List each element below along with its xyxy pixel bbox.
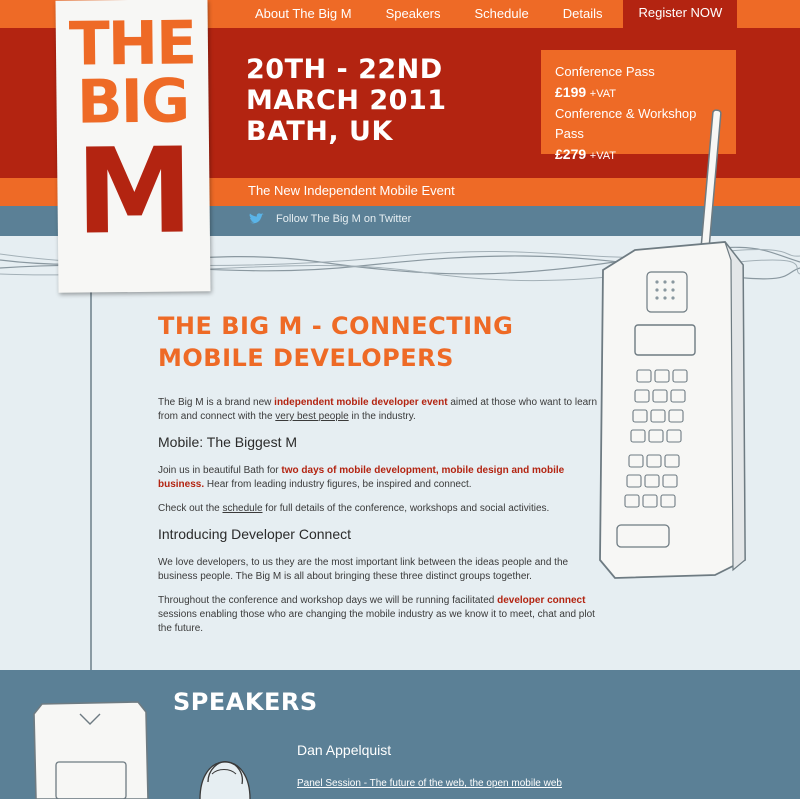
event-tagline: The New Independent Mobile Event [248, 183, 455, 198]
logo-m: M [75, 121, 192, 261]
register-button[interactable]: Register NOW [623, 0, 738, 31]
page-title: THE BIG M - CONNECTING MOBILE DEVELOPERS [158, 310, 598, 374]
event-location: BATH, UK [246, 116, 393, 147]
title-line-2: MOBILE DEVELOPERS [158, 344, 454, 372]
developers-paragraph: We love developers, to us they are the m… [158, 557, 569, 582]
connect-text: sessions enabling those who are changing… [158, 609, 595, 634]
conference-pass-price: £199 [555, 84, 587, 100]
handheld-phone-illustration [33, 701, 149, 799]
connect-text: Throughout the conference and workshop d… [158, 595, 498, 606]
developer-connect-link[interactable]: developer connect [497, 595, 585, 606]
hanging-string [90, 292, 92, 696]
intro-text: in the industry. [348, 411, 416, 422]
schedule-text: Check out the [158, 503, 223, 514]
workshop-pass-price: £279 [555, 146, 587, 162]
main-content: THE BIG M - CONNECTING MOBILE DEVELOPERS… [158, 310, 598, 646]
brick-phone-illustration [599, 109, 746, 579]
schedule-text: for full details of the conference, work… [262, 503, 550, 514]
connect-paragraph: Throughout the conference and workshop d… [158, 594, 598, 636]
conference-pass-label: Conference Pass [555, 64, 655, 79]
nav-details[interactable]: Details [546, 0, 620, 28]
date-line-1: 20TH - 22ND [246, 54, 443, 85]
date-line-2: MARCH 2011 [246, 85, 447, 116]
intro-paragraph: The Big M is a brand new independent mob… [158, 396, 598, 424]
main-nav: About The Big M Speakers Schedule Detail… [238, 0, 738, 31]
speaker-name: Dan Appelquist [297, 742, 392, 758]
subheading-biggest-m: Mobile: The Biggest M [158, 434, 298, 450]
title-line-1: THE BIG M - CONNECTING [158, 312, 514, 340]
big-m-logo[interactable]: THE BIG M [55, 0, 211, 293]
bath-paragraph: Join us in beautiful Bath for two days o… [158, 464, 598, 492]
speakers-heading: SPEAKERS [173, 688, 318, 716]
bath-text: Hear from leading industry figures, be i… [204, 479, 472, 490]
schedule-paragraph: Check out the schedule for full details … [158, 502, 598, 516]
twitter-follow-link[interactable]: Follow The Big M on Twitter [248, 213, 411, 225]
nav-schedule[interactable]: Schedule [458, 0, 546, 28]
speaker-session-link[interactable]: Panel Session - The future of the web, t… [297, 778, 562, 789]
best-people-link[interactable]: very best people [275, 411, 348, 422]
event-dates: 20TH - 22ND MARCH 2011 BATH, UK [246, 54, 447, 147]
subheading-developer-connect: Introducing Developer Connect [158, 526, 352, 542]
twitter-bird-icon [249, 213, 264, 224]
intro-text: The Big M is a brand new [158, 397, 275, 408]
twitter-follow-text: Follow The Big M on Twitter [276, 213, 412, 225]
speaker-avatar [199, 761, 251, 799]
nav-speakers[interactable]: Speakers [369, 0, 458, 28]
independent-event-link[interactable]: independent mobile developer event [274, 397, 447, 408]
bath-text: Join us in beautiful Bath for [158, 465, 282, 476]
nav-about[interactable]: About The Big M [238, 0, 369, 28]
logo-the: THE [68, 8, 196, 80]
schedule-link[interactable]: schedule [222, 503, 262, 514]
vat-label: +VAT [589, 88, 616, 100]
